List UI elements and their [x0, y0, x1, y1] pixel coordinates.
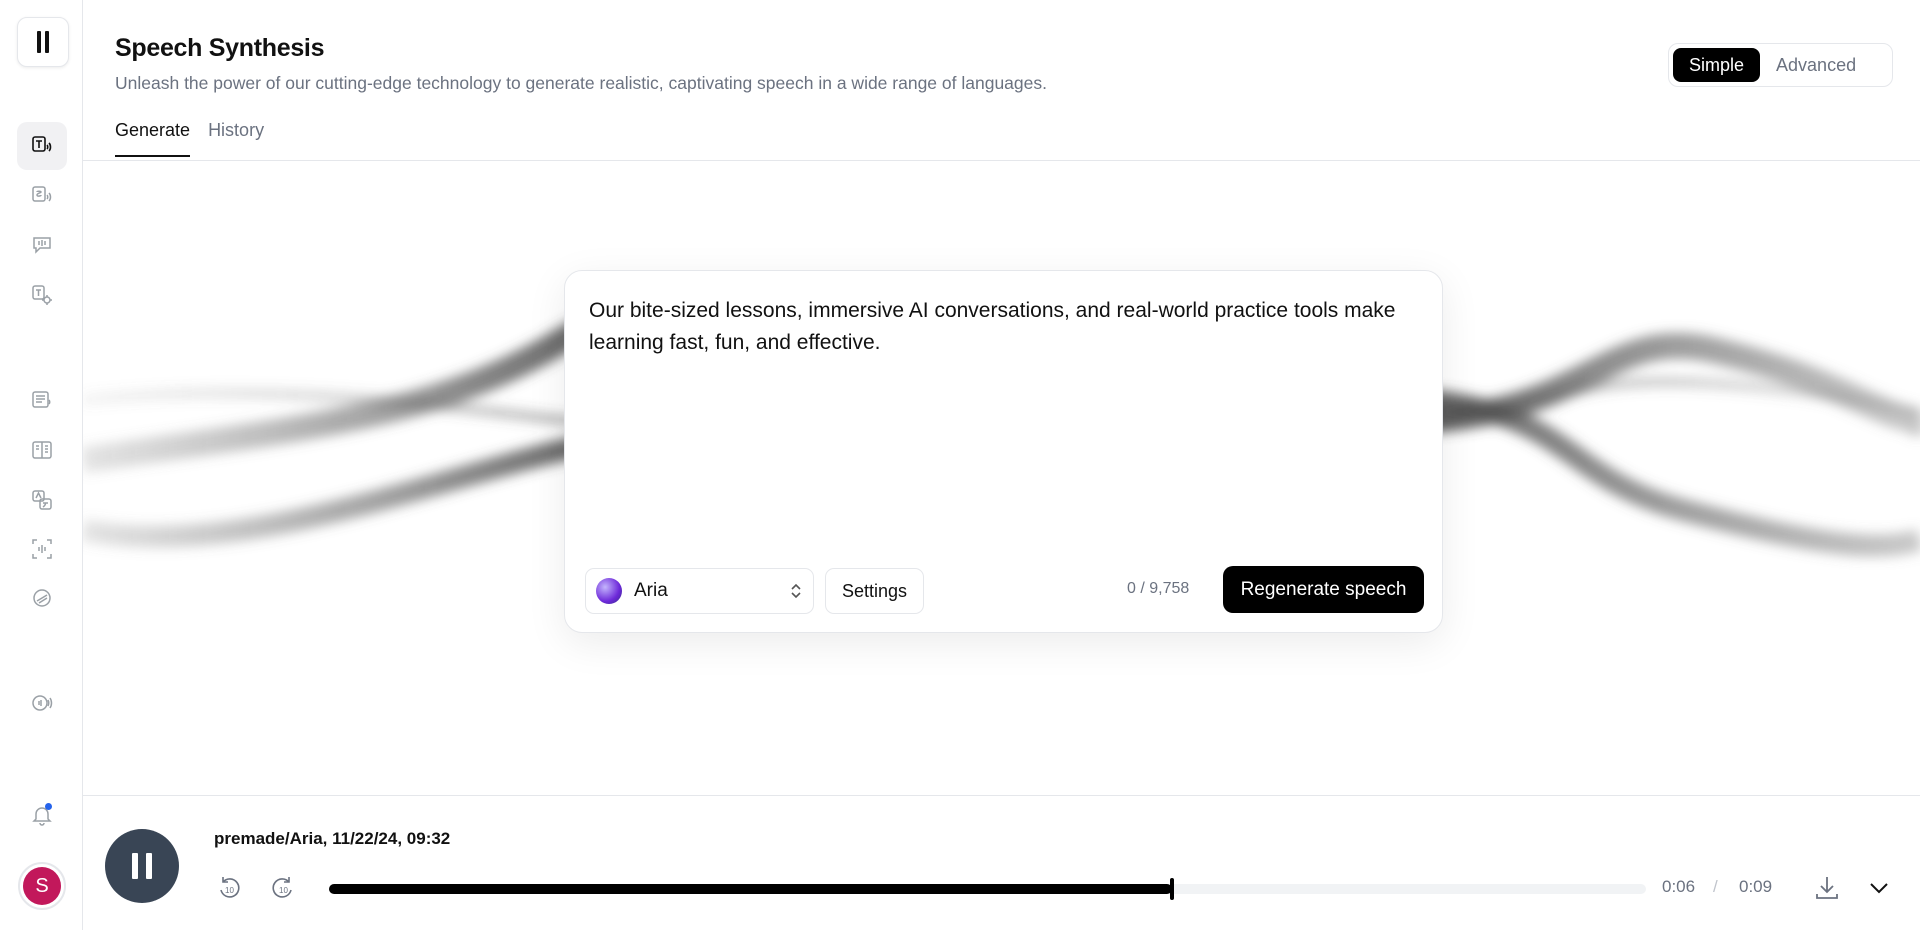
dubbing-icon[interactable] — [17, 476, 67, 524]
tab-generate[interactable]: Generate — [115, 120, 191, 157]
character-count: 0 / 9,758 — [1127, 580, 1190, 597]
page-header: Speech Synthesis Unleash the power of ou… — [115, 34, 1047, 94]
regenerate-speech-button[interactable]: Regenerate speech — [1223, 566, 1424, 613]
pause-button[interactable] — [105, 829, 179, 903]
progress-fill — [329, 884, 1172, 894]
voice-library-icon[interactable] — [17, 574, 67, 622]
projects-icon[interactable] — [17, 376, 67, 424]
chevron-up-down-icon — [791, 583, 801, 599]
current-time: 0:06 — [1662, 877, 1696, 896]
avatar-initial: S — [23, 867, 61, 905]
progress-thumb[interactable] — [1169, 878, 1174, 900]
svg-text:10: 10 — [279, 886, 288, 895]
time-separator: / — [1713, 877, 1718, 896]
voice-name: Aria — [634, 580, 668, 601]
avatar[interactable]: S — [18, 862, 66, 910]
bell-icon[interactable] — [17, 791, 67, 839]
settings-button[interactable]: Settings — [825, 568, 925, 614]
voice-settings-icon[interactable] — [17, 271, 67, 319]
sidebar: S — [0, 0, 83, 930]
track-title: premade/Aria, 11/22/24, 09:32 — [214, 829, 451, 848]
mode-toggle: Simple Advanced — [1668, 43, 1893, 87]
tab-divider — [83, 160, 1920, 161]
tab-bar: Generate History — [115, 120, 264, 157]
chevron-down-icon[interactable] — [1863, 872, 1895, 904]
voice-selector[interactable]: Aria — [585, 568, 814, 614]
audio-player: premade/Aria, 11/22/24, 09:32 10 10 0:06… — [83, 795, 1920, 930]
forward-10-icon[interactable]: 10 — [269, 874, 297, 902]
text-input[interactable]: Our bite-sized lessons, immersive AI con… — [589, 295, 1409, 359]
total-time: 0:09 — [1739, 877, 1773, 896]
voice-avatar-icon — [596, 578, 622, 604]
pause-icon — [132, 853, 138, 879]
page-subtitle: Unleash the power of our cutting-edge te… — [115, 73, 1047, 93]
audio-native-icon[interactable] — [17, 679, 67, 727]
mode-advanced-button[interactable]: Advanced — [1760, 48, 1872, 82]
voice-isolator-icon[interactable] — [17, 525, 67, 573]
download-icon[interactable] — [1811, 872, 1843, 904]
mode-simple-button[interactable]: Simple — [1673, 48, 1761, 82]
page-title: Speech Synthesis — [115, 34, 325, 62]
svg-text:10: 10 — [225, 886, 234, 895]
progress-bar[interactable] — [329, 878, 1646, 900]
speech-to-speech-icon[interactable] — [17, 172, 67, 220]
voice-chat-icon[interactable] — [17, 221, 67, 269]
reader-icon[interactable] — [17, 426, 67, 474]
logo-pause-icon[interactable] — [17, 17, 69, 67]
rewind-10-icon[interactable]: 10 — [215, 874, 243, 902]
text-to-speech-icon[interactable] — [17, 122, 67, 170]
notification-dot — [45, 803, 52, 810]
tab-history[interactable]: History — [208, 120, 264, 157]
